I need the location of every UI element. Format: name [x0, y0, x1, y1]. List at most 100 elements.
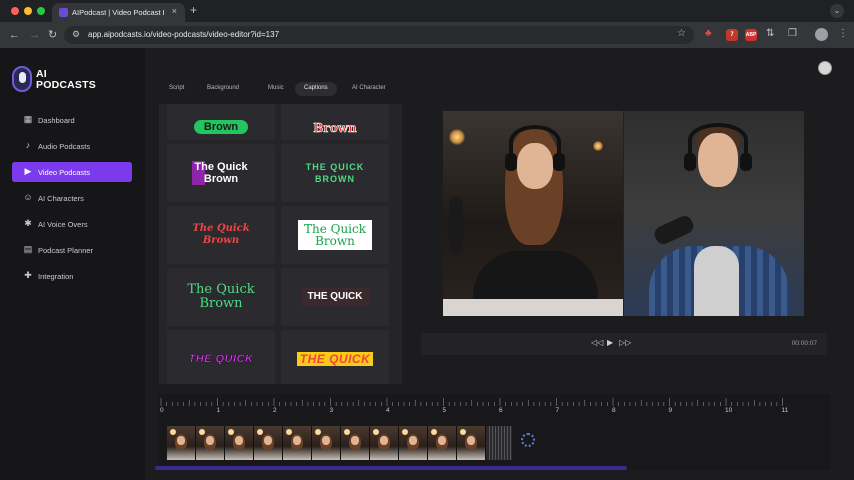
- clip-thumbnail[interactable]: [283, 426, 312, 460]
- timeline[interactable]: 0 1 2 3 4 5 6 7 8 9 10 11: [155, 394, 831, 470]
- caption-style-option[interactable]: Brown: [167, 104, 275, 140]
- url-text[interactable]: app.aipodcasts.io/video-podcasts/video-e…: [88, 30, 279, 39]
- sidebar-item-video-podcasts[interactable]: ▶ Video Podcasts: [12, 162, 132, 182]
- fast-forward-icon[interactable]: ▷▷: [619, 338, 631, 347]
- caption-style-option[interactable]: Brown: [281, 104, 389, 140]
- caption-preview-text: Brown: [193, 120, 249, 134]
- ruler-tick-label: 5: [442, 407, 447, 414]
- address-bar[interactable]: ⚙ app.aipodcasts.io/video-podcasts/video…: [64, 26, 694, 44]
- ruler-tick-label: 6: [499, 407, 503, 414]
- new-tab-button[interactable]: +: [190, 3, 197, 17]
- video-editor: Script Background Music Captions AI Char…: [145, 48, 854, 480]
- sidebar-item-label: Dashboard: [38, 116, 75, 125]
- sidebar-item-integration[interactable]: ✚ Integration: [12, 266, 132, 286]
- video-track[interactable]: [167, 426, 512, 460]
- browser-menu-icon[interactable]: ⋮: [838, 28, 848, 39]
- sidebar-item-label: AI Characters: [38, 194, 84, 203]
- clip-thumbnail[interactable]: [457, 426, 486, 460]
- clip-thumbnail[interactable]: [225, 426, 254, 460]
- tab-close-icon[interactable]: ×: [172, 6, 177, 16]
- ruler-tick-label: 9: [668, 407, 673, 414]
- ruler-tick-label: 7: [555, 407, 560, 414]
- extension-maple-icon[interactable]: ♣: [705, 28, 712, 39]
- sidebar-item-ai-voice-overs[interactable]: ✱ AI Voice Overs: [12, 214, 132, 234]
- ruler-tick-label: 11: [781, 407, 789, 414]
- app-favicon-icon: [59, 8, 68, 17]
- minimize-window-button[interactable]: [24, 7, 32, 15]
- microphone-icon: ♪: [25, 140, 31, 150]
- play-icon[interactable]: ▶: [607, 338, 613, 347]
- caption-style-option[interactable]: The Quick Brown: [167, 206, 275, 264]
- tab-search-icon[interactable]: ⌄: [830, 4, 844, 18]
- browser-toolbar: ← → ↻ ⚙ app.aipodcasts.io/video-podcasts…: [0, 22, 854, 48]
- clip-thumbnail[interactable]: [312, 426, 341, 460]
- sidebar-item-label: Audio Podcasts: [38, 142, 91, 151]
- clip-thumbnail[interactable]: [254, 426, 283, 460]
- tab-script[interactable]: Script: [160, 82, 193, 96]
- bookmark-star-icon[interactable]: ☆: [677, 28, 686, 39]
- clip-thumbnail[interactable]: [196, 426, 225, 460]
- ruler-tick-label: 4: [386, 407, 390, 414]
- sidebar-item-ai-characters[interactable]: ☺ AI Characters: [12, 188, 132, 208]
- ruler-tick-label: 2: [273, 407, 277, 414]
- caption-style-option[interactable]: THE QUICK: [167, 330, 275, 384]
- video-preview[interactable]: [443, 111, 804, 316]
- sidebar-item-dashboard[interactable]: ▦ Dashboard: [12, 110, 132, 130]
- caption-style-option[interactable]: THE QUICK: [281, 268, 389, 326]
- video-camera-icon: ▶: [24, 166, 32, 176]
- brand-line-2: PODCASTS: [36, 79, 96, 91]
- adblock-extension-icon[interactable]: ABP: [745, 29, 757, 41]
- clip-thumbnail[interactable]: [341, 426, 370, 460]
- caption-preview-text: THE QUICK: [188, 353, 254, 366]
- ruler-tick-label: 0: [160, 407, 164, 414]
- sidebar-item-podcast-planner[interactable]: ▤ Podcast Planner: [12, 240, 132, 260]
- tab-captions[interactable]: Captions: [295, 82, 337, 96]
- sidebar-item-audio-podcasts[interactable]: ♪ Audio Podcasts: [12, 136, 132, 156]
- dashboard-icon: ▦: [23, 114, 33, 124]
- forward-arrow-icon[interactable]: →: [29, 28, 40, 42]
- puzzle-icon: ✚: [24, 270, 32, 280]
- back-arrow-icon[interactable]: ←: [9, 28, 20, 42]
- timecode: 00:00:07: [791, 340, 817, 347]
- ruler-tick-label: 3: [329, 407, 334, 414]
- clip-trim-handle[interactable]: [489, 426, 511, 460]
- caption-preview-text: The Quick Brown: [192, 223, 250, 246]
- caption-preview-text: THE QUICK: [301, 288, 369, 306]
- extension-badge-icon[interactable]: 7: [726, 29, 738, 41]
- caption-style-option[interactable]: THE QUICK BROWN: [281, 144, 389, 202]
- ai-character-host-male: [624, 111, 804, 316]
- caption-preview-text: THE QUICK BROWN: [305, 162, 365, 184]
- sidebar-item-label: AI Voice Overs: [38, 220, 88, 229]
- clip-thumbnail[interactable]: [428, 426, 457, 460]
- caption-preview-text: The Quick Brown: [192, 161, 250, 185]
- download-icon[interactable]: ⇅: [766, 28, 774, 39]
- brand-logo[interactable]: AI PODCASTS: [36, 69, 96, 91]
- user-avatar[interactable]: [818, 61, 832, 75]
- extensions-puzzle-icon[interactable]: ❐: [788, 28, 797, 39]
- caption-style-option[interactable]: The Quick Brown: [167, 144, 275, 202]
- browser-tab[interactable]: AIPodcast | Video Podcast E... ×: [52, 3, 185, 22]
- clip-thumbnail[interactable]: [167, 426, 196, 460]
- clip-thumbnail[interactable]: [370, 426, 399, 460]
- ruler-tick-label: 1: [216, 407, 221, 414]
- tab-music[interactable]: Music: [259, 82, 293, 96]
- ruler-tick-label: 10: [725, 407, 733, 414]
- timeline-scrollbar[interactable]: [155, 466, 627, 470]
- rewind-icon[interactable]: ◁◁: [591, 338, 603, 347]
- close-window-button[interactable]: [11, 7, 19, 15]
- caption-preview-text: THE QUICK: [296, 352, 374, 366]
- tab-title: AIPodcast | Video Podcast E...: [72, 8, 164, 17]
- caption-preview-text: The Quick Brown: [297, 220, 373, 250]
- tab-background[interactable]: Background: [198, 82, 248, 96]
- tab-ai-character[interactable]: AI Character: [343, 82, 395, 96]
- caption-style-option[interactable]: The Quick Brown: [167, 268, 275, 326]
- profile-avatar[interactable]: [815, 28, 828, 41]
- player-controls: ◁◁ ▶ ▷▷ 00:00:07: [421, 333, 827, 355]
- caption-style-option[interactable]: The Quick Brown: [281, 206, 389, 264]
- caption-style-option[interactable]: THE QUICK: [281, 330, 389, 384]
- sidebar-item-label: Video Podcasts: [38, 168, 90, 177]
- maximize-window-button[interactable]: [37, 7, 45, 15]
- clip-thumbnail[interactable]: [399, 426, 428, 460]
- reload-icon[interactable]: ↻: [48, 28, 57, 42]
- site-info-icon[interactable]: ⚙: [72, 29, 80, 40]
